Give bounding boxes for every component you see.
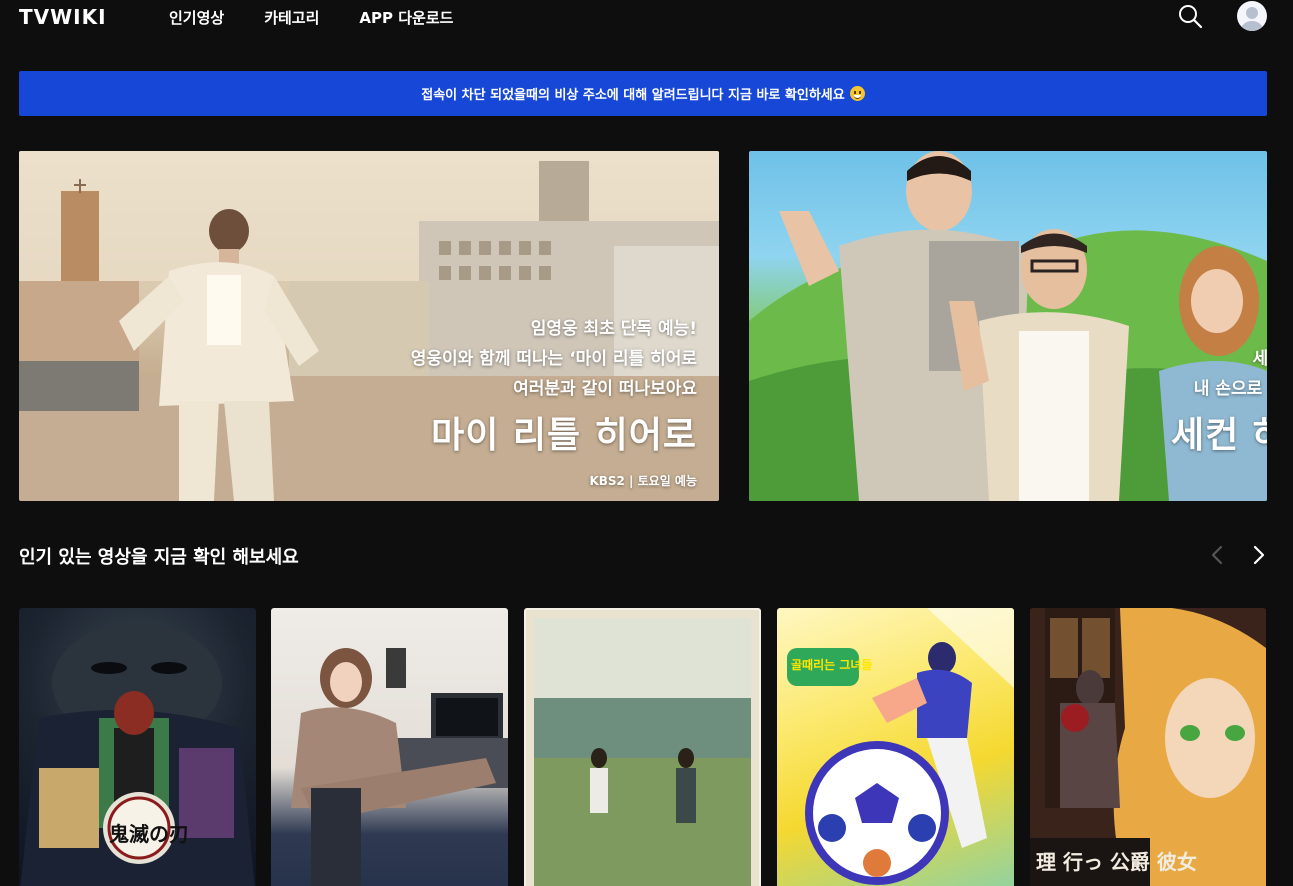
poster-art <box>787 608 1014 885</box>
chevron-left-icon[interactable] <box>1207 543 1227 567</box>
chevron-right-icon[interactable] <box>1249 543 1269 567</box>
poster-card[interactable] <box>524 608 761 886</box>
nav-popular[interactable]: 인기영상 <box>169 7 224 28</box>
banner-line-1: 임영웅 최초 단독 예능! <box>530 319 697 339</box>
poster-art <box>291 648 508 886</box>
nav-app-download[interactable]: APP 다운로드 <box>359 7 453 28</box>
poster-title: 골때리는 그녀들 <box>791 658 873 672</box>
banner-line-1: 세컨 하우 <box>1252 349 1267 369</box>
featured-banner-my-little-hero[interactable]: 임영웅 최초 단독 예능! 영웅이와 함께 떠나는 ‘마이 리틀 히어로 여러분… <box>19 151 719 501</box>
poster-card[interactable]: 골때리는 그녀들 <box>777 608 1014 886</box>
search-icon[interactable] <box>1177 3 1203 29</box>
banner-line-2: 영웅이와 함께 떠나는 ‘마이 리틀 히어로 <box>410 349 697 369</box>
banner-title: 마이 리틀 히어로 <box>431 415 697 456</box>
banner-line-2: 내 손으로 직접 만 <box>1193 379 1267 399</box>
avatar[interactable] <box>1237 1 1267 31</box>
main-nav: 인기영상 카테고리 APP 다운로드 <box>169 7 493 28</box>
featured-banner-second-house[interactable]: 세컨 하우 내 손으로 직접 만 세컨 하우 <box>749 151 1267 501</box>
notice-text: 접속이 차단 되었을때의 비상 주소에 대해 알려드립니다 지금 바로 확인하세… <box>421 88 845 103</box>
banner-line-3: 여러분과 같이 떠나보아요 <box>513 379 697 399</box>
poster-card[interactable]: 鬼滅の刃 <box>19 608 256 886</box>
nav-category[interactable]: 카테고리 <box>264 7 319 28</box>
poster-title: 鬼滅の刃 <box>109 822 189 846</box>
banner-text-block: 세컨 하우 내 손으로 직접 만 세컨 하우 <box>1171 344 1267 462</box>
banner-title: 세컨 하우 <box>1170 415 1267 456</box>
poster-art <box>526 610 759 886</box>
grin-emoji-icon <box>849 86 865 101</box>
poster-card[interactable] <box>271 608 508 886</box>
site-logo[interactable]: TVWIKI <box>19 5 107 29</box>
poster-title: 理 行っ 公爵 彼女 <box>1036 850 1197 874</box>
notice-banner[interactable]: 접속이 차단 되었을때의 비상 주소에 대해 알려드립니다 지금 바로 확인하세… <box>19 71 1267 116</box>
banner-text-block: 임영웅 최초 단독 예능! 영웅이와 함께 떠나는 ‘마이 리틀 히어로 여러분… <box>411 314 697 489</box>
poster-card[interactable]: 理 行っ 公爵 彼女 <box>1030 608 1266 886</box>
poster-art <box>1030 608 1266 886</box>
section-title: 인기 있는 영상을 지금 확인 해보세요 <box>19 547 299 568</box>
banner-meta: KBS2 | 토요일 예능 <box>589 474 697 488</box>
top-header: TVWIKI 인기영상 카테고리 APP 다운로드 <box>0 0 1293 40</box>
